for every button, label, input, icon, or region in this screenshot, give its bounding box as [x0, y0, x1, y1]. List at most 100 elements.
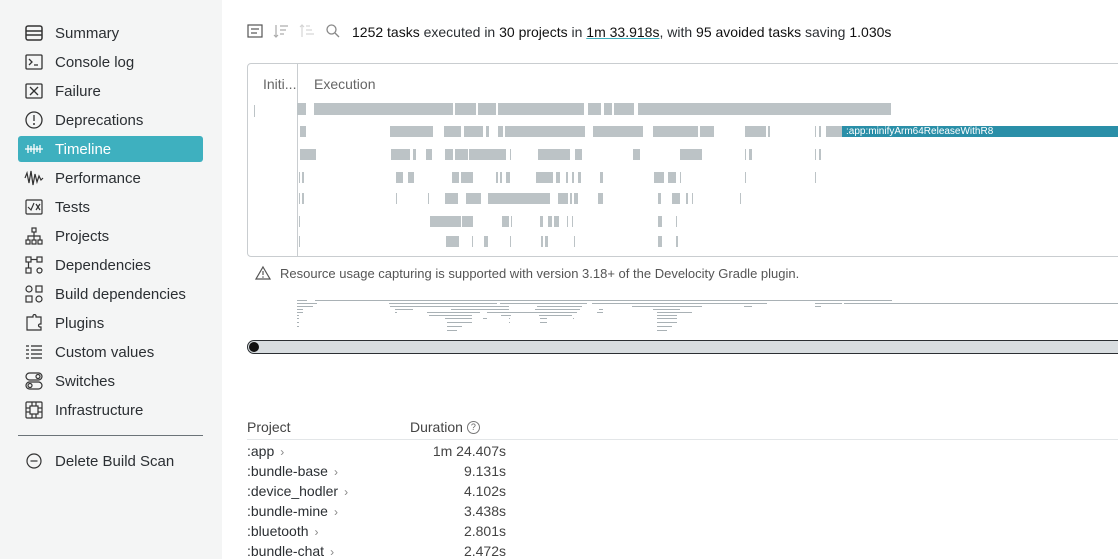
- timeline-bar[interactable]: [498, 103, 584, 115]
- project-link[interactable]: :bundle-base ›: [247, 463, 338, 479]
- timeline-bar[interactable]: [676, 216, 677, 227]
- timeline-bar[interactable]: [498, 126, 503, 137]
- timeline-bar[interactable]: [686, 193, 688, 204]
- timeline-bar[interactable]: [302, 172, 304, 183]
- timeline-bar[interactable]: [536, 172, 553, 183]
- timeline-bar[interactable]: [598, 193, 603, 204]
- timeline-bar[interactable]: [502, 216, 509, 227]
- timeline-bar[interactable]: [413, 149, 416, 160]
- timeline-bar[interactable]: [541, 236, 543, 247]
- highlighted-task-bar[interactable]: :app:minifyArm64ReleaseWithR8: [842, 126, 1118, 137]
- timeline-bar[interactable]: [510, 149, 511, 160]
- timeline-bar[interactable]: [396, 193, 397, 204]
- timeline-bar[interactable]: [658, 193, 661, 204]
- timeline-bar[interactable]: [462, 216, 473, 227]
- timeline-bar[interactable]: [545, 236, 548, 247]
- timeline-bar[interactable]: [505, 126, 585, 137]
- sidebar-item-infrastructure[interactable]: Infrastructure: [18, 397, 203, 423]
- project-link[interactable]: :bundle-chat ›: [247, 543, 334, 559]
- timeline-bar[interactable]: [486, 126, 489, 137]
- timeline-bar[interactable]: [680, 149, 702, 160]
- timeline-bar[interactable]: [658, 236, 662, 247]
- timeline-bar[interactable]: [574, 193, 578, 204]
- timeline-bar[interactable]: [749, 149, 752, 160]
- timeline-bar[interactable]: [472, 236, 473, 247]
- timeline-bar[interactable]: [390, 126, 433, 137]
- timeline-bar[interactable]: [826, 126, 842, 137]
- timeline-bar[interactable]: [566, 172, 568, 183]
- timeline-bar[interactable]: [614, 103, 634, 115]
- timeline-bar[interactable]: [297, 103, 306, 115]
- timeline-bar[interactable]: [444, 126, 461, 137]
- timeline-bar[interactable]: [680, 172, 681, 183]
- timeline-bar[interactable]: [815, 149, 816, 160]
- timeline-bar[interactable]: [600, 172, 603, 183]
- timeline-bar[interactable]: [299, 236, 300, 247]
- sidebar-item-switches[interactable]: Switches: [18, 368, 203, 394]
- timeline-bar[interactable]: [574, 236, 575, 247]
- project-link[interactable]: :device_hodler ›: [247, 483, 348, 499]
- sidebar-item-dependencies[interactable]: Dependencies: [18, 252, 203, 278]
- timeline-bar[interactable]: [567, 216, 568, 227]
- timeline-scrubber[interactable]: [247, 340, 1118, 354]
- timeline-bar[interactable]: [500, 172, 502, 183]
- timeline-bar[interactable]: [815, 126, 816, 137]
- timeline-bar[interactable]: [668, 172, 676, 183]
- timeline-bar[interactable]: [593, 126, 643, 137]
- column-project[interactable]: Project: [247, 419, 291, 435]
- timeline-bar[interactable]: [446, 236, 459, 247]
- timeline-bar[interactable]: [538, 149, 570, 160]
- timeline-bar[interactable]: [469, 149, 506, 160]
- timeline-bar[interactable]: [575, 149, 582, 160]
- timeline-bar[interactable]: [466, 193, 481, 204]
- timeline-bar[interactable]: [445, 193, 458, 204]
- timeline-bar[interactable]: [692, 193, 693, 204]
- timeline-minimap[interactable]: [247, 298, 1118, 338]
- timeline-bar[interactable]: [299, 193, 300, 204]
- column-duration[interactable]: Duration?: [410, 419, 480, 435]
- search-icon[interactable]: [324, 22, 342, 40]
- scrubber-handle[interactable]: [249, 342, 259, 352]
- sidebar-item-projects[interactable]: Projects: [18, 223, 203, 249]
- project-link[interactable]: :bluetooth ›: [247, 523, 319, 539]
- sidebar-item-failure[interactable]: Failure: [18, 78, 203, 104]
- sidebar-item-timeline[interactable]: Timeline: [18, 136, 203, 162]
- timeline-bar[interactable]: [478, 103, 496, 115]
- timeline-bar[interactable]: [299, 172, 300, 183]
- timeline-bar[interactable]: [633, 149, 640, 160]
- timeline-bar[interactable]: [314, 103, 453, 115]
- timeline-bar[interactable]: [455, 149, 468, 160]
- timeline-bar[interactable]: [638, 103, 891, 115]
- timeline-bar[interactable]: [578, 172, 581, 183]
- timeline-bar[interactable]: [452, 172, 459, 183]
- timeline-chart[interactable]: Initi... Execution :app:minifyArm64Relea…: [247, 63, 1118, 257]
- timeline-bar[interactable]: [300, 126, 306, 137]
- help-icon[interactable]: ?: [466, 420, 480, 434]
- timeline-bar[interactable]: [496, 172, 498, 183]
- timeline-bar[interactable]: [300, 149, 316, 160]
- timeline-bar[interactable]: [658, 216, 662, 227]
- timeline-bar[interactable]: [391, 149, 410, 160]
- sidebar-item-console-log[interactable]: Console log: [18, 49, 203, 75]
- timeline-bar[interactable]: [506, 172, 510, 183]
- timeline-bar[interactable]: [819, 126, 821, 137]
- delete-build-scan-button[interactable]: Delete Build Scan: [18, 448, 203, 474]
- timeline-bar[interactable]: [548, 216, 552, 227]
- timeline-bar[interactable]: [455, 103, 476, 115]
- timeline-bar[interactable]: [572, 172, 574, 183]
- timeline-bar[interactable]: [540, 216, 543, 227]
- timeline-bar[interactable]: [819, 149, 821, 160]
- timeline-bar[interactable]: [408, 172, 414, 183]
- timeline-bar[interactable]: [430, 216, 461, 227]
- timeline-bar[interactable]: [676, 236, 678, 247]
- timeline-bar[interactable]: [572, 216, 573, 227]
- timeline-bar[interactable]: [654, 172, 664, 183]
- timeline-bar[interactable]: [700, 126, 714, 137]
- sidebar-item-summary[interactable]: Summary: [18, 20, 203, 46]
- timeline-bar[interactable]: [428, 193, 429, 204]
- timeline-bar[interactable]: [815, 172, 816, 183]
- timeline-bar[interactable]: [570, 193, 572, 204]
- sort-ascending-icon[interactable]: [298, 22, 316, 40]
- timeline-bar[interactable]: [745, 126, 766, 137]
- timeline-bar[interactable]: [768, 126, 770, 137]
